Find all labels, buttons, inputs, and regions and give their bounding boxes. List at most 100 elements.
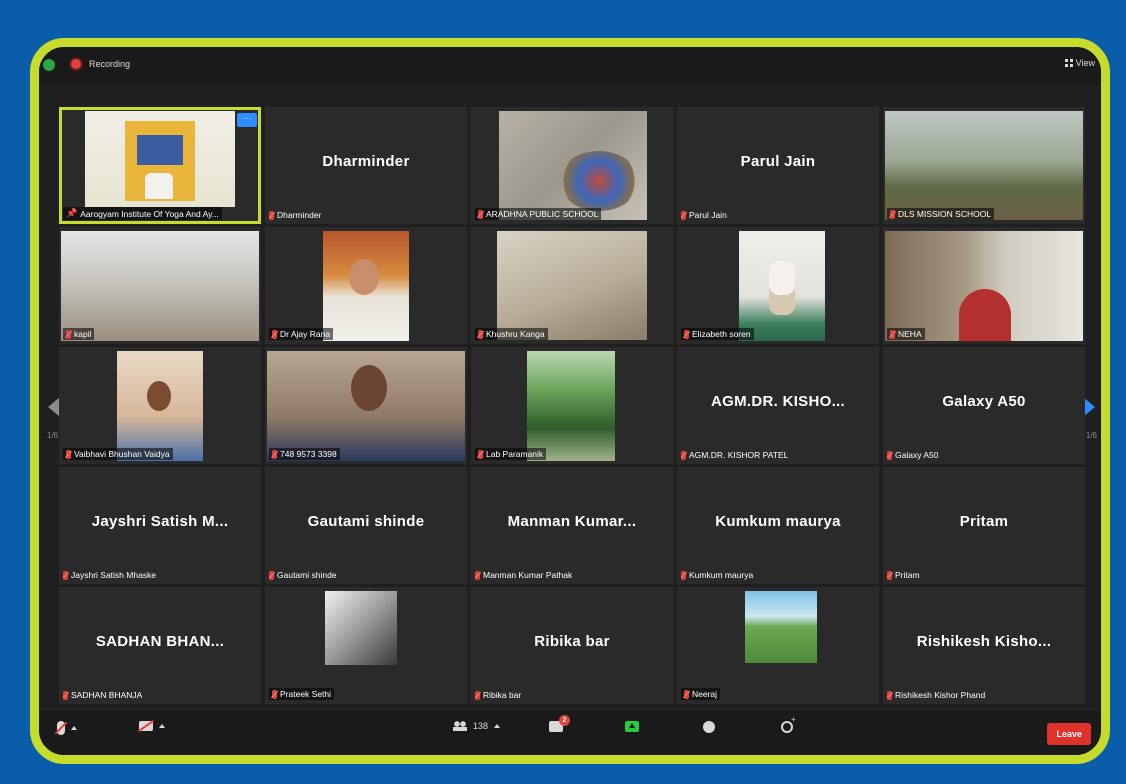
zoom-window: Recording View 1/6 1/6 ··· 📌 Aarogyam Inst… bbox=[30, 38, 1110, 764]
start-video-button[interactable] bbox=[139, 721, 165, 731]
participant-name-label: Dharminder bbox=[269, 210, 321, 220]
participant-name: Neeraj bbox=[692, 689, 718, 699]
participant-tile[interactable]: kapil bbox=[59, 227, 261, 344]
record-icon bbox=[703, 721, 715, 733]
reactions-icon bbox=[781, 715, 796, 733]
muted-mic-icon bbox=[272, 329, 277, 339]
participant-tile[interactable]: NEHA bbox=[883, 227, 1085, 344]
participant-tile[interactable]: Prateek Sethi bbox=[265, 587, 467, 704]
video-feed bbox=[85, 111, 235, 207]
reactions-button[interactable] bbox=[781, 715, 796, 733]
participant-name: Parul Jain bbox=[689, 210, 727, 220]
participant-name-label: 📌 Aarogyam Institute Of Yoga And Ay... bbox=[63, 207, 222, 220]
participant-tile[interactable]: Gautami shinde Gautami shinde bbox=[265, 467, 467, 584]
meeting-controls: 138 2 Leave bbox=[39, 711, 1101, 755]
participant-tile[interactable]: Parul Jain Parul Jain bbox=[677, 107, 879, 224]
muted-mic-icon bbox=[887, 570, 892, 580]
more-options-icon[interactable]: ··· bbox=[237, 113, 257, 127]
muted-mic-icon bbox=[475, 570, 480, 580]
muted-mic-icon bbox=[269, 570, 274, 580]
participant-tile[interactable]: Vaibhavi Bhushan Vaidya bbox=[59, 347, 261, 464]
participant-tile[interactable]: Galaxy A50 Galaxy A50 bbox=[883, 347, 1085, 464]
record-button[interactable] bbox=[703, 721, 715, 733]
participant-name-label: ARADHNA PUBLIC SCHOOL bbox=[475, 208, 602, 220]
participant-name-label: Manman Kumar Pathak bbox=[475, 570, 572, 580]
muted-mic-icon bbox=[63, 570, 68, 580]
participant-name: NEHA bbox=[898, 329, 922, 339]
video-feed bbox=[117, 351, 203, 461]
muted-mic-icon bbox=[269, 210, 274, 220]
grid-view-icon bbox=[1064, 59, 1073, 67]
mute-button[interactable] bbox=[57, 721, 77, 735]
caret-up-icon[interactable] bbox=[494, 724, 501, 728]
participant-name: Ribika bar bbox=[483, 690, 522, 700]
view-button[interactable]: View bbox=[1064, 58, 1095, 68]
participant-tile[interactable]: Ribika bar Ribika bar bbox=[471, 587, 673, 704]
participant-tile[interactable]: AGM.DR. KISHO... AGM.DR. KISHOR PATEL bbox=[677, 347, 879, 464]
chat-button[interactable]: 2 bbox=[549, 715, 570, 732]
participant-tile[interactable]: Lab Paramanik bbox=[471, 347, 673, 464]
participant-tile[interactable]: Manman Kumar... Manman Kumar Pathak bbox=[471, 467, 673, 584]
participant-name: Dharminder bbox=[277, 210, 322, 220]
video-feed bbox=[497, 231, 647, 340]
participant-tile[interactable]: Jayshri Satish M... Jayshri Satish Mhaske bbox=[59, 467, 261, 584]
participant-name-label: Elizabeth soren bbox=[681, 328, 754, 340]
participant-tile[interactable]: Pritam Pritam bbox=[883, 467, 1085, 584]
participant-tile[interactable]: Dharminder Dharminder bbox=[265, 107, 467, 224]
participant-tile[interactable]: Dr Ajay Rana bbox=[265, 227, 467, 344]
participant-display-name: AGM.DR. KISHO... bbox=[711, 393, 845, 410]
participant-name: DLS MISSION SCHOOL bbox=[898, 209, 992, 219]
participant-name: SADHAN BHANJA bbox=[71, 690, 143, 700]
participant-name: Khushru Kanga bbox=[486, 329, 545, 339]
participant-name-label: DLS MISSION SCHOOL bbox=[887, 208, 995, 220]
participant-tile[interactable]: Neeraj bbox=[677, 587, 879, 704]
participant-name: Prateek Sethi bbox=[280, 689, 332, 699]
caret-up-icon[interactable] bbox=[71, 726, 77, 730]
participant-name: Lab Paramanik bbox=[486, 449, 544, 459]
participant-tile[interactable]: Khushru Kanga bbox=[471, 227, 673, 344]
participant-name-label: SADHAN BHANJA bbox=[63, 690, 142, 700]
participant-display-name: Rishikesh Kisho... bbox=[916, 633, 1052, 650]
participants-button[interactable]: 138 bbox=[453, 721, 501, 731]
participant-tile[interactable]: ARADHNA PUBLIC SCHOOL bbox=[471, 107, 673, 224]
participant-tile[interactable]: Rishikesh Kisho... Rishikesh Kishor Phand bbox=[883, 587, 1085, 704]
muted-mic-icon bbox=[890, 329, 895, 339]
muted-mic-icon bbox=[478, 209, 483, 219]
participant-name: Galaxy A50 bbox=[895, 450, 939, 460]
participant-tile[interactable]: ··· 📌 Aarogyam Institute Of Yoga And Ay... bbox=[59, 107, 261, 224]
recording-indicator[interactable]: Recording bbox=[71, 59, 130, 69]
participant-name-label: NEHA bbox=[887, 328, 925, 340]
participant-tile[interactable]: Elizabeth soren bbox=[677, 227, 879, 344]
share-screen-button[interactable] bbox=[625, 721, 639, 732]
video-feed bbox=[267, 351, 465, 461]
muted-mic-icon bbox=[272, 689, 277, 699]
participant-tile[interactable]: 748 9573 3398 bbox=[265, 347, 467, 464]
leave-button[interactable]: Leave bbox=[1047, 723, 1091, 745]
participant-tile[interactable]: SADHAN BHAN... SADHAN BHANJA bbox=[59, 587, 261, 704]
video-feed bbox=[499, 111, 647, 220]
pin-icon: 📌 bbox=[66, 208, 78, 218]
muted-mic-icon bbox=[66, 449, 71, 459]
participant-name-label: Dr Ajay Rana bbox=[269, 328, 334, 340]
muted-mic-icon bbox=[887, 450, 892, 460]
participant-name-label: AGM.DR. KISHOR PATEL bbox=[681, 450, 788, 460]
participant-display-name: Parul Jain bbox=[740, 153, 816, 170]
record-dot-icon bbox=[71, 59, 81, 69]
muted-mic-icon bbox=[684, 329, 689, 339]
muted-mic-icon bbox=[272, 449, 277, 459]
share-screen-icon bbox=[625, 721, 639, 732]
caret-up-icon[interactable] bbox=[159, 724, 165, 728]
security-shield-icon[interactable] bbox=[43, 59, 55, 71]
video-feed bbox=[61, 231, 259, 341]
participant-name: Manman Kumar Pathak bbox=[483, 570, 573, 580]
muted-mic-icon bbox=[887, 690, 892, 700]
muted-mic-icon bbox=[681, 210, 686, 220]
muted-mic-icon bbox=[681, 450, 686, 460]
participant-tile[interactable]: Kumkum maurya Kumkum maurya bbox=[677, 467, 879, 584]
participant-tile[interactable]: DLS MISSION SCHOOL bbox=[883, 107, 1085, 224]
participant-display-name: Manman Kumar... bbox=[507, 513, 637, 530]
muted-microphone-icon bbox=[57, 721, 65, 735]
participant-name-label: Galaxy A50 bbox=[887, 450, 938, 460]
participants-count: 138 bbox=[473, 721, 489, 731]
chat-icon: 2 bbox=[549, 715, 570, 732]
